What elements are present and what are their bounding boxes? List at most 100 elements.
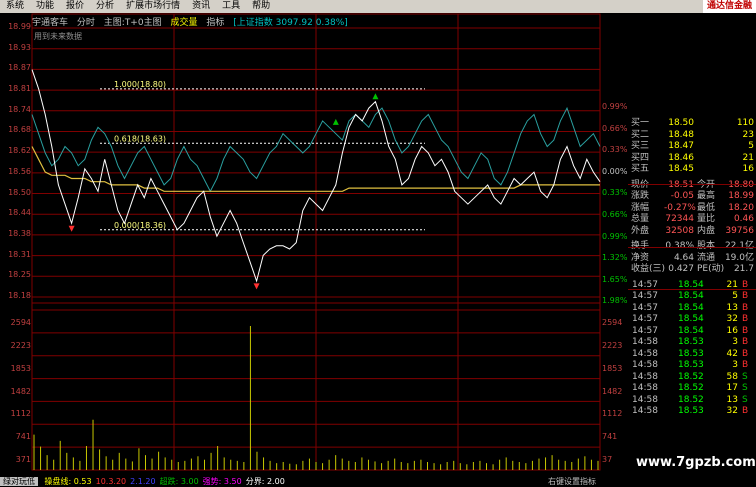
percent-tick-label: 1.98% (602, 296, 628, 306)
tick-time: 14:57 (632, 291, 658, 301)
price-tick-label: 18.62 (8, 146, 31, 156)
quote-key: 今开 (697, 180, 715, 192)
mode-label[interactable]: 分时 (77, 18, 95, 28)
tick-list: 14:57 18.54 21 B 14:57 18.54 5 B 14:57 18.… (628, 280, 756, 418)
order-book-row[interactable]: 买五 18.45 16 (628, 164, 756, 176)
tick-price: 18.53 (678, 348, 704, 359)
stats-row: 净资 4.64 流通 19.0亿 (628, 253, 756, 265)
fib-label: 0.618(18.63) (114, 134, 166, 143)
order-price: 18.46 (668, 152, 694, 163)
indicator-settings-hint[interactable]: 右键设置指标 (548, 477, 596, 487)
quote-key: 内盘 (697, 225, 716, 236)
stat-value: 19.0亿 (724, 252, 754, 263)
quote-key: 最高 (697, 191, 716, 201)
index-info: [上证指数 3097.92 0.38%] (233, 18, 348, 28)
price-tick-label: 18.50 (8, 187, 31, 197)
order-book-row[interactable]: 买四 18.46 21 (628, 153, 756, 165)
volume-tick-label: 2594 (10, 318, 31, 327)
tick-row: 14:58 18.52 58 S (628, 372, 756, 384)
quote-panel: 买一 18.50 110 买二 18.48 23 买三 18.47 5 买四 18.4… (628, 118, 756, 418)
price-tick-label: 18.81 (8, 84, 31, 94)
quote-table: 现价 18.51 今开 18.80涨跌 -0.05 最高 18.99涨幅 -0.… (628, 180, 756, 238)
volume-tick-label-right: 1112 (602, 409, 623, 419)
order-volume: 23 (742, 129, 754, 140)
sell-signal-arrow (253, 283, 260, 290)
indicator-param: 强势: 3.50 (202, 477, 242, 486)
order-book-row[interactable]: 买三 18.47 5 (628, 141, 756, 153)
quote-row: 外盘 32508 内盘 39756 (628, 226, 756, 238)
indicator-param: 2.1.20 (130, 477, 156, 486)
tick-price: 18.54 (678, 291, 704, 301)
tick-price: 18.52 (678, 371, 704, 382)
stats-row: 收益(三) 0.427 PE(动) 21.7 (628, 264, 756, 276)
tick-volume: 3 (732, 337, 738, 347)
volume-tick-label: 1112 (10, 409, 31, 419)
tick-time: 14:58 (632, 337, 658, 347)
volume-tick-label-right: 1482 (602, 386, 623, 396)
tick-volume: 42 (726, 348, 738, 359)
price-tick-label: 18.99 (8, 22, 31, 31)
indicator-name[interactable]: 绿对玩低 (0, 477, 38, 486)
tick-row: 14:57 18.54 13 B (628, 303, 756, 315)
tick-row: 14:57 18.54 32 B (628, 314, 756, 326)
price-tick-label: 18.31 (8, 249, 31, 259)
percent-tick-label: 1.32% (602, 253, 628, 263)
order-book-row[interactable]: 买一 18.50 110 (628, 118, 756, 130)
order-book: 买一 18.50 110 买二 18.48 23 买三 18.47 5 买四 18.4… (628, 118, 756, 176)
order-price: 18.48 (668, 129, 694, 140)
volume-tick-label: 1482 (10, 386, 31, 396)
quote-row: 现价 18.51 今开 18.80 (628, 180, 756, 192)
stat-value: 4.64 (673, 252, 694, 263)
quote-key: 现价 (631, 180, 649, 192)
tick-row: 14:58 18.52 13 S (628, 395, 756, 407)
tick-volume: 16 (726, 325, 738, 336)
tick-price: 18.53 (678, 406, 704, 416)
tick-side: B (742, 337, 749, 347)
tick-side: S (742, 371, 748, 382)
volume-tick-label-right: 1853 (602, 363, 623, 373)
tick-time: 14:58 (632, 383, 658, 393)
stat-key: PE(动) (697, 264, 725, 274)
percent-tick-label: 0.99% (602, 231, 628, 241)
quote-value: 39756 (725, 225, 754, 236)
tick-time: 14:58 (632, 348, 658, 359)
watermark: www.7gpzb.com (636, 455, 756, 470)
price-tick-label: 18.25 (8, 270, 31, 280)
quote-value: 18.51 (664, 180, 694, 192)
order-side: 买五 (631, 164, 650, 174)
sell-signal-arrow (68, 225, 75, 232)
percent-tick-label: 0.66% (602, 123, 628, 133)
stat-value: 0.427 (668, 264, 694, 274)
indicator-param: 操盘线: 0.53 (44, 477, 92, 486)
volume-tick-label-right: 2594 (602, 318, 623, 327)
quote-value: 32508 (665, 225, 694, 236)
order-volume: 21 (742, 152, 754, 163)
tick-price: 18.52 (678, 394, 704, 405)
quote-key: 外盘 (631, 225, 650, 236)
tick-side: B (742, 291, 749, 301)
stock-name: 宇通客车 (32, 18, 69, 28)
tick-row: 14:57 18.54 16 B (628, 326, 756, 338)
panel-separator (628, 289, 756, 290)
price-tick-label: 18.93 (8, 42, 31, 52)
order-volume: 16 (742, 164, 754, 174)
stat-key: 流通 (697, 252, 716, 263)
tick-price: 18.52 (678, 383, 704, 393)
order-book-row[interactable]: 买二 18.48 23 (628, 130, 756, 142)
main-chart-label[interactable]: 主图:T+0主图 (104, 18, 162, 28)
volume-tick-label-right: 741 (602, 432, 618, 442)
quote-value: -0.27% (664, 202, 696, 213)
percent-tick-label: 0.99% (602, 102, 628, 112)
tick-price: 18.54 (678, 302, 704, 313)
indicator-param: 分界: 2.00 (245, 477, 285, 486)
tick-volume: 17 (726, 383, 738, 393)
quote-value: 18.80 (728, 180, 754, 192)
percent-tick-label: 0.00% (602, 166, 628, 176)
indicator-label[interactable]: 指标 (206, 18, 224, 28)
tick-row: 14:58 18.53 42 B (628, 349, 756, 361)
price-tick-label: 18.74 (8, 104, 31, 114)
tick-row: 14:58 18.53 3 B (628, 337, 756, 349)
tick-side: B (742, 348, 749, 359)
tick-price: 18.54 (678, 314, 704, 324)
order-volume: 110 (736, 118, 754, 128)
